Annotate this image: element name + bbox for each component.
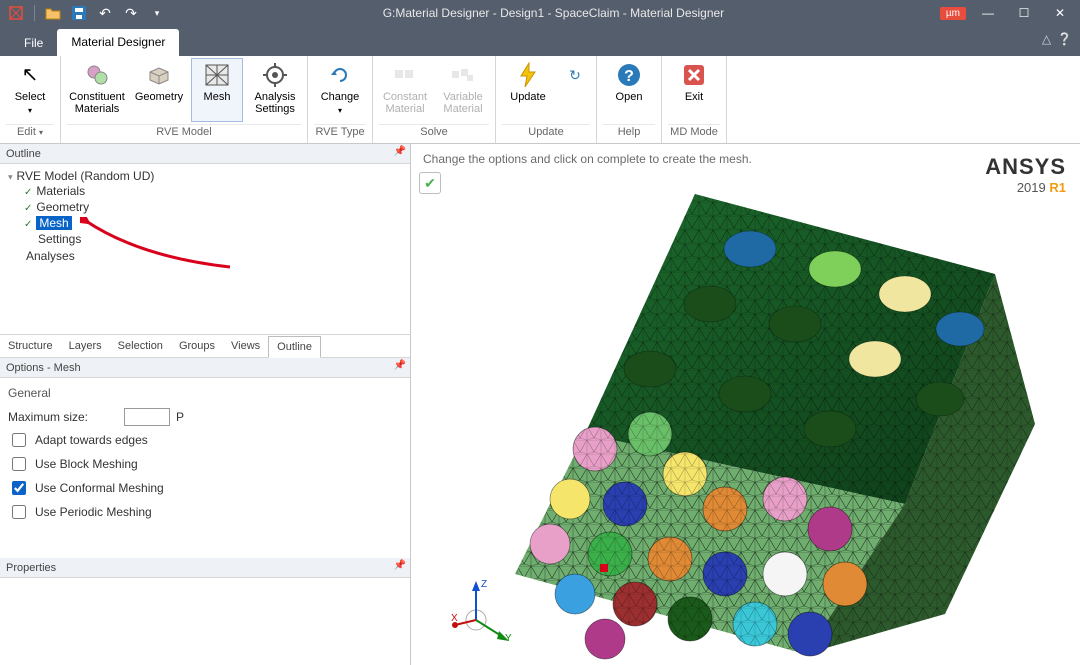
outline-tree[interactable]: RVE Model (Random UD) Materials Geometry… (0, 164, 410, 334)
cubes-icon (391, 61, 419, 89)
cubes-var-icon (449, 61, 477, 89)
mesh-icon (203, 61, 231, 89)
save-icon[interactable] (69, 3, 89, 23)
tree-item-settings[interactable]: Settings (24, 231, 406, 247)
ribbon-group-help: ? Open Help (597, 56, 662, 143)
ribbon-group-rve-model: Constituent Materials Geometry Mesh Anal… (61, 56, 308, 143)
variable-material-button: Variable Material (437, 58, 489, 122)
ribbon-group-solve: Constant Material Variable Material Solv… (373, 56, 496, 143)
pin-icon[interactable]: 📌 (394, 146, 406, 157)
content-area: Outline📌 RVE Model (Random UD) Materials… (0, 144, 1080, 665)
svg-text:X: X (451, 613, 458, 624)
conformal-meshing-checkbox[interactable] (12, 481, 26, 495)
options-header: Options - Mesh📌 (0, 358, 410, 378)
analysis-settings-button[interactable]: Analysis Settings (249, 58, 301, 122)
properties-header: Properties📌 (0, 558, 410, 578)
units-badge[interactable]: µm (940, 7, 966, 20)
app-icon[interactable] (6, 3, 26, 23)
ribbon-group-rve-type: Change▾ RVE Type (308, 56, 373, 143)
file-tab[interactable]: File (10, 30, 57, 56)
maxsize-label: Maximum size: (8, 410, 118, 424)
materials-icon (83, 61, 111, 89)
maximize-icon[interactable]: ☐ (1010, 3, 1038, 23)
exit-icon (680, 61, 708, 89)
constant-material-button: Constant Material (379, 58, 431, 122)
tree-item-mesh[interactable]: Mesh (24, 215, 406, 231)
block-meshing-checkbox[interactable] (12, 457, 26, 471)
options-panel: General Maximum size: P Adapt towards ed… (0, 378, 410, 558)
svg-text:Z: Z (481, 579, 487, 590)
window-title: G:Material Designer - Design1 - SpaceCla… (167, 6, 940, 20)
geometry-icon (145, 61, 173, 89)
left-pane: Outline📌 RVE Model (Random UD) Materials… (0, 144, 411, 665)
periodic-meshing-checkbox[interactable] (12, 505, 26, 519)
ribbon-collapse-icon[interactable]: △ (1042, 32, 1051, 46)
maxsize-input[interactable] (124, 408, 170, 426)
structure-tabs: Structure Layers Selection Groups Views … (0, 334, 410, 358)
tab-layers[interactable]: Layers (61, 336, 110, 356)
update-button[interactable]: Update (502, 58, 554, 122)
lightning-icon (514, 61, 542, 89)
help-icon[interactable]: ❔ (1057, 32, 1072, 46)
viewport-3d[interactable]: Change the options and click on complete… (411, 144, 1080, 665)
minimize-icon[interactable]: — (974, 3, 1002, 23)
options-general-label: General (8, 386, 402, 400)
geometry-button[interactable]: Geometry (133, 58, 185, 122)
ribbon-group-update: Update ↻ Update (496, 56, 597, 143)
axis-triad-icon[interactable]: Z Y X (451, 575, 521, 645)
change-button[interactable]: Change▾ (314, 58, 366, 122)
tab-selection[interactable]: Selection (110, 336, 171, 356)
cursor-icon: ↖ (16, 61, 44, 89)
properties-panel (0, 578, 410, 665)
maxsize-unit: P (176, 410, 184, 424)
qat-dropdown-icon[interactable]: ▾ (147, 3, 167, 23)
title-bar: ↶ ↷ ▾ G:Material Designer - Design1 - Sp… (0, 0, 1080, 26)
mesh-button[interactable]: Mesh (191, 58, 243, 122)
open-help-button[interactable]: ? Open (603, 58, 655, 122)
redo-icon[interactable]: ↷ (121, 3, 141, 23)
open-icon[interactable] (43, 3, 63, 23)
ribbon-tabstrip: File Material Designer △ ❔ (0, 26, 1080, 56)
svg-text:?: ? (624, 68, 634, 85)
tab-views[interactable]: Views (223, 336, 268, 356)
close-icon[interactable]: ✕ (1046, 3, 1074, 23)
svg-text:Y: Y (505, 633, 512, 644)
pin-icon[interactable]: 📌 (394, 560, 406, 571)
tree-item-geometry[interactable]: Geometry (24, 199, 406, 215)
ribbon-group-edit: ↖ Select▾ Edit ▾ (0, 56, 61, 143)
ribbon-group-mdmode: Exit MD Mode (662, 56, 727, 143)
change-icon (326, 61, 354, 89)
tree-item-analyses[interactable]: Analyses (8, 248, 406, 264)
update-options-button[interactable]: ↻ (560, 58, 590, 122)
outline-header: Outline📌 (0, 144, 410, 164)
tab-outline[interactable]: Outline (268, 336, 321, 358)
adapt-edges-checkbox[interactable] (12, 433, 26, 447)
pin-icon[interactable]: 📌 (394, 360, 406, 371)
refresh-small-icon: ↻ (561, 61, 589, 89)
constituent-materials-button[interactable]: Constituent Materials (67, 58, 127, 122)
undo-icon[interactable]: ↶ (95, 3, 115, 23)
tree-item-materials[interactable]: Materials (24, 183, 406, 199)
material-designer-tab[interactable]: Material Designer (57, 29, 179, 56)
question-icon: ? (615, 61, 643, 89)
ribbon: ↖ Select▾ Edit ▾ Constituent Materials G… (0, 56, 1080, 144)
tab-structure[interactable]: Structure (0, 336, 61, 356)
exit-button[interactable]: Exit (668, 58, 720, 122)
select-button[interactable]: ↖ Select▾ (6, 58, 54, 122)
tab-groups[interactable]: Groups (171, 336, 223, 356)
quick-access-toolbar: ↶ ↷ ▾ (6, 3, 167, 23)
gear-icon (261, 61, 289, 89)
tree-root[interactable]: RVE Model (Random UD) Materials Geometry… (8, 168, 406, 248)
